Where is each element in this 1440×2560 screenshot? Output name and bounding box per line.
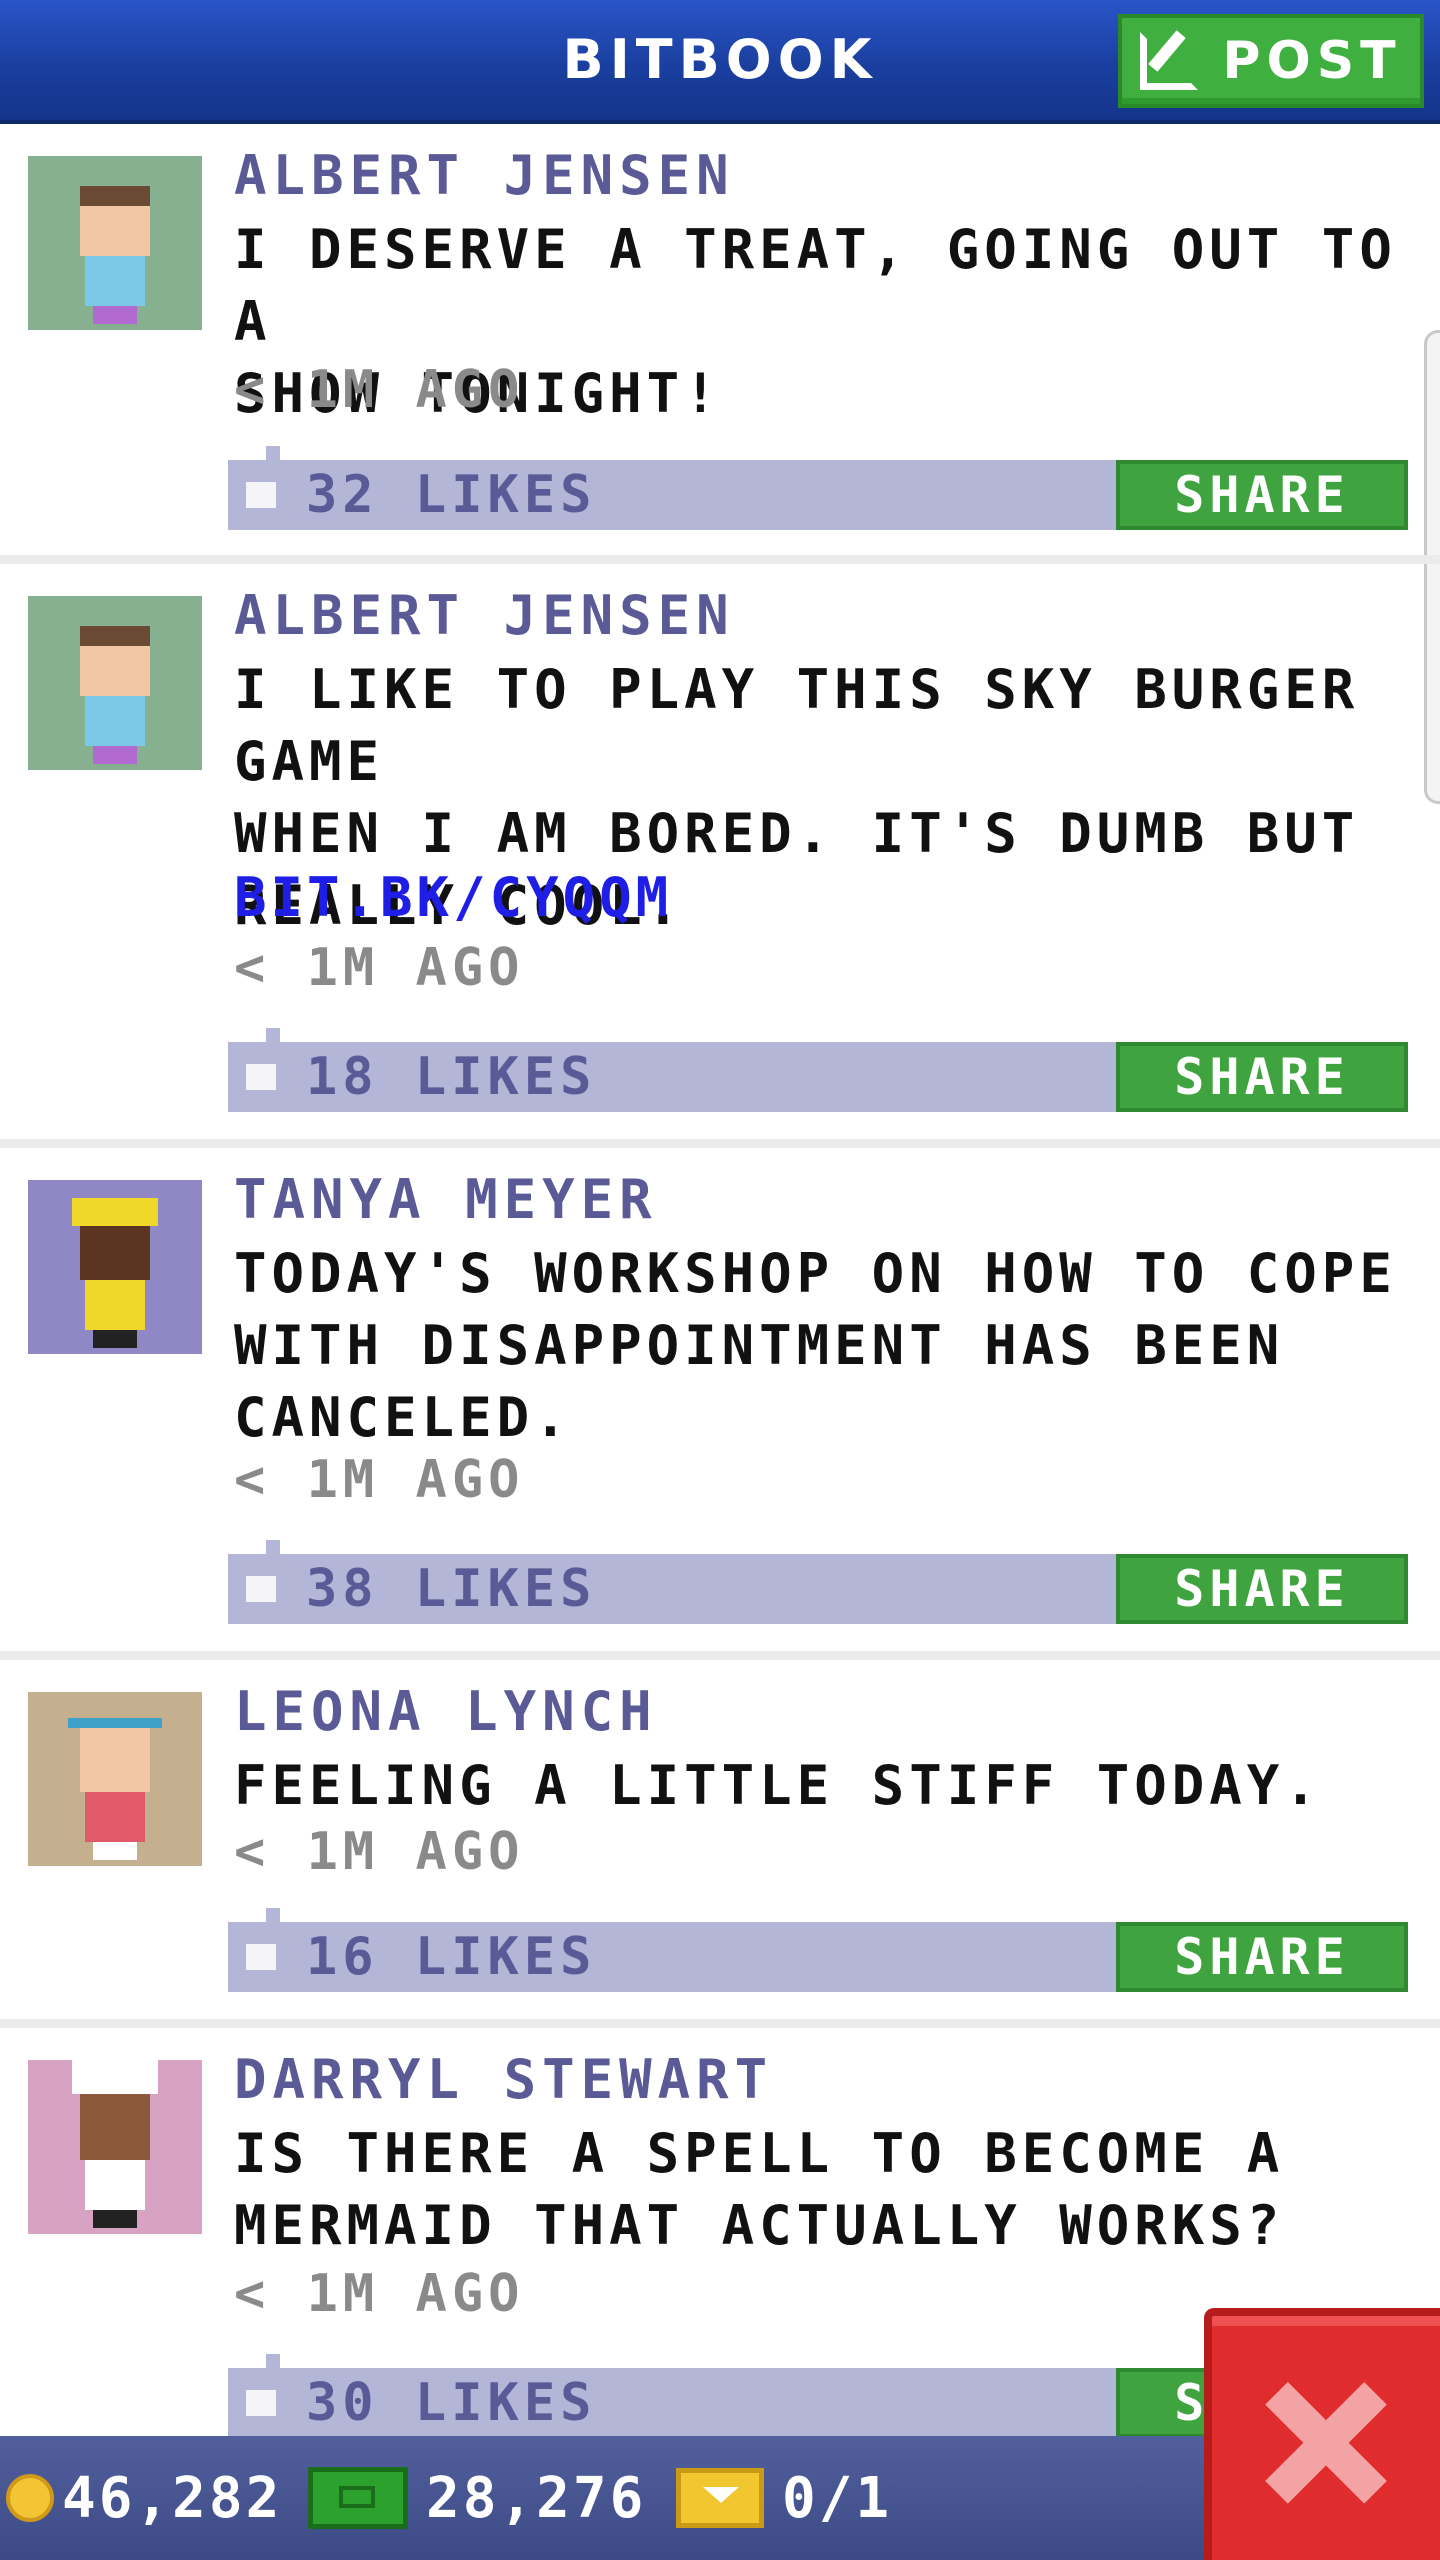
post-link[interactable]: BIT.BK/CYQQM xyxy=(234,866,672,929)
feed-post: LEONA LYNCH FEELING A LITTLE STIFF TODAY… xyxy=(0,1660,1440,2028)
ticket-icon xyxy=(676,2468,764,2528)
tickets-stat: 0/1 xyxy=(676,2436,892,2560)
feed-post: ALBERT JENSEN I LIKE TO PLAY THIS SKY BU… xyxy=(0,564,1440,1148)
bux-stat: 28,276 xyxy=(308,2436,646,2560)
post-timestamp: < 1M AGO xyxy=(234,1822,525,1882)
share-button[interactable]: SHARE xyxy=(1116,1042,1408,1112)
like-icon[interactable] xyxy=(246,482,276,508)
post-timestamp: < 1M AGO xyxy=(234,2264,525,2324)
likes-bar: 16 LIKES SHARE xyxy=(228,1908,1408,1992)
app-header: BITBOOK POST xyxy=(0,0,1440,124)
bux-icon xyxy=(308,2467,408,2529)
avatar xyxy=(28,1180,202,1354)
post-timestamp: < 1M AGO xyxy=(234,1450,525,1510)
coins-count: 46,282 xyxy=(62,2465,283,2531)
post-author[interactable]: ALBERT JENSEN xyxy=(234,144,735,207)
avatar xyxy=(28,2060,202,2234)
like-icon[interactable] xyxy=(246,1576,276,1602)
avatar xyxy=(28,1692,202,1866)
coins-stat: 46,282 xyxy=(6,2436,282,2560)
post-button-label: POST xyxy=(1222,31,1402,91)
likes-count: 32 LIKES xyxy=(306,465,597,525)
like-icon[interactable] xyxy=(246,1944,276,1970)
tickets-count: 0/1 xyxy=(782,2465,893,2531)
post-author[interactable]: DARRYL STEWART xyxy=(234,2048,773,2111)
likes-count: 38 LIKES xyxy=(306,1559,597,1619)
like-icon[interactable] xyxy=(246,1064,276,1090)
post-message: TODAY'S WORKSHOP ON HOW TO COPE WITH DIS… xyxy=(234,1242,1397,1449)
post-author[interactable]: ALBERT JENSEN xyxy=(234,584,735,647)
likes-count: 30 LIKES xyxy=(306,2373,597,2433)
likes-bar: 32 LIKES SHARE xyxy=(228,446,1408,530)
news-feed: ALBERT JENSEN I DESERVE A TREAT, GOING O… xyxy=(0,124,1440,2468)
post-timestamp: < 1M AGO xyxy=(234,360,525,420)
likes-bar: 18 LIKES SHARE xyxy=(228,1028,1408,1112)
likes-count: 18 LIKES xyxy=(306,1047,597,1107)
post-author[interactable]: LEONA LYNCH xyxy=(234,1680,658,1743)
close-icon xyxy=(1266,2383,1386,2503)
post-message: IS THERE A SPELL TO BECOME A MERMAID THA… xyxy=(234,2122,1285,2257)
post-button[interactable]: POST xyxy=(1118,14,1424,108)
post-message: FEELING A LITTLE STIFF TODAY. xyxy=(234,1754,1322,1817)
post-author[interactable]: TANYA MEYER xyxy=(234,1168,658,1231)
share-button[interactable]: SHARE xyxy=(1116,1922,1408,1992)
like-icon[interactable] xyxy=(246,2390,276,2416)
feed-post: ALBERT JENSEN I DESERVE A TREAT, GOING O… xyxy=(0,124,1440,564)
close-button[interactable] xyxy=(1204,2308,1440,2560)
avatar xyxy=(28,156,202,330)
coin-icon xyxy=(6,2474,54,2522)
bux-count: 28,276 xyxy=(426,2465,647,2531)
likes-count: 16 LIKES xyxy=(306,1927,597,1987)
feed-post: TANYA MEYER TODAY'S WORKSHOP ON HOW TO C… xyxy=(0,1148,1440,1660)
share-button[interactable]: SHARE xyxy=(1116,1554,1408,1624)
avatar xyxy=(28,596,202,770)
edit-icon xyxy=(1140,32,1199,90)
post-timestamp: < 1M AGO xyxy=(234,938,525,998)
share-button[interactable]: SHARE xyxy=(1116,460,1408,530)
likes-bar: 38 LIKES SHARE xyxy=(228,1540,1408,1624)
